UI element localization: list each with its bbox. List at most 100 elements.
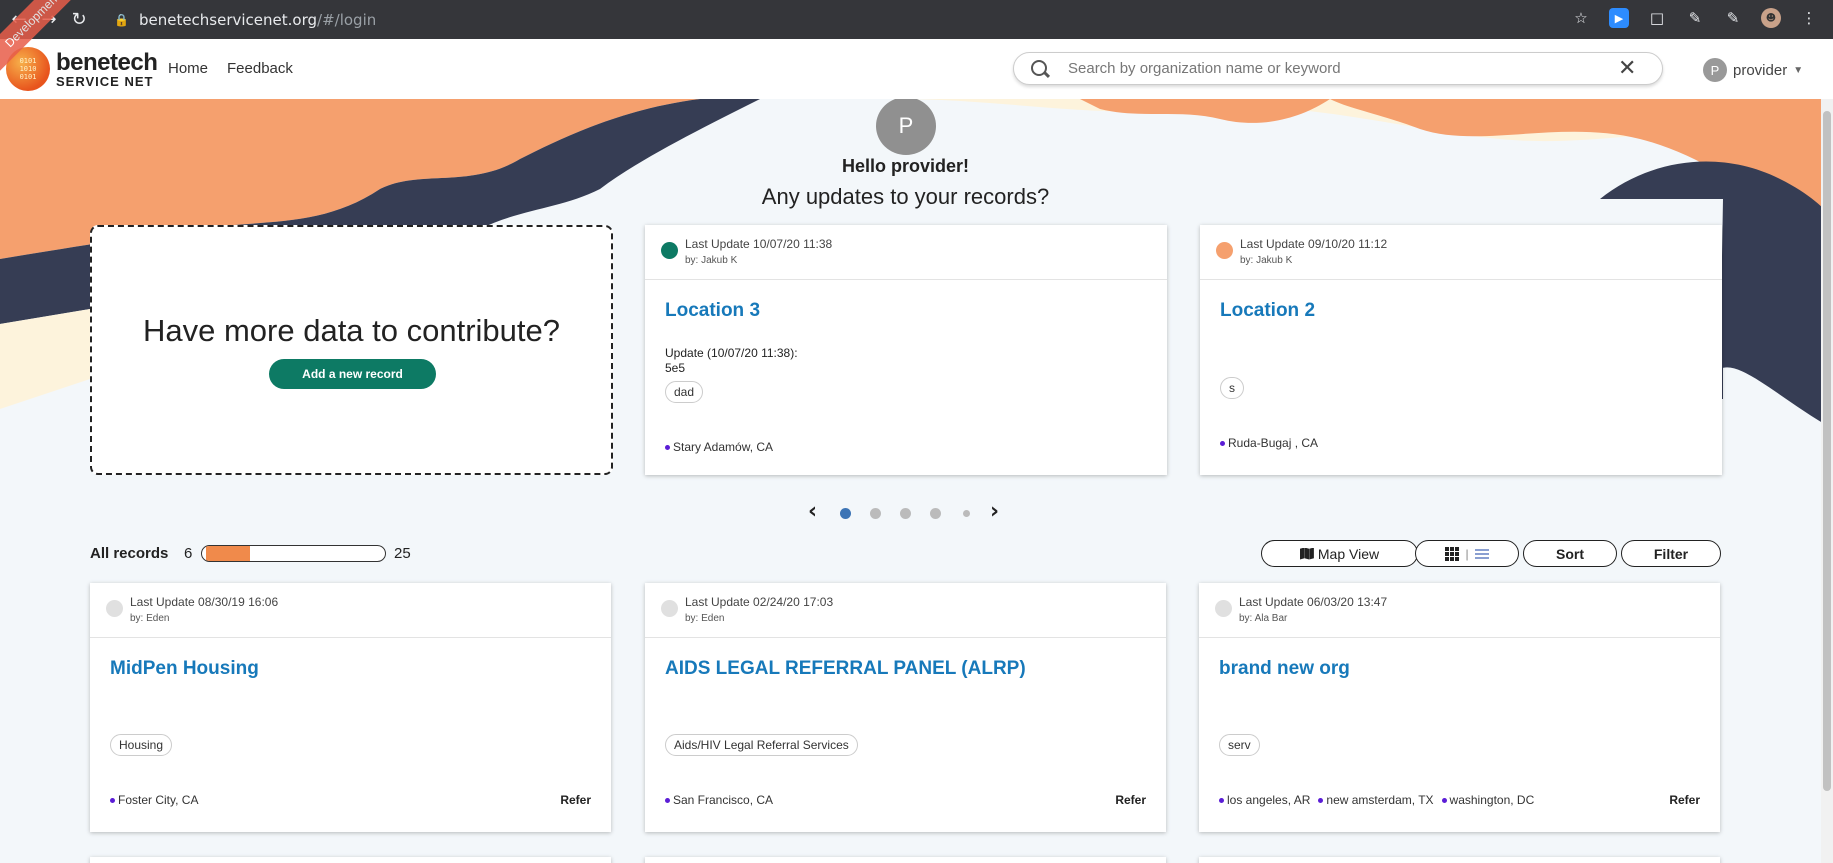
record-card[interactable]: Last Update 02/24/20 17:03 by: Eden AIDS… bbox=[645, 583, 1166, 832]
map-icon bbox=[1300, 548, 1314, 560]
records-total: 25 bbox=[394, 545, 411, 562]
recent-record-card[interactable]: Last Update 10/07/20 11:38 by: Jakub K L… bbox=[645, 225, 1167, 475]
record-title[interactable]: Location 3 bbox=[665, 300, 760, 322]
record-title[interactable]: Location 2 bbox=[1220, 300, 1315, 322]
record-card[interactable] bbox=[1199, 857, 1720, 863]
user-menu[interactable]: P provider ▼ bbox=[1703, 58, 1803, 82]
close-icon[interactable]: ✕ bbox=[1618, 56, 1636, 81]
contribute-title: Have more data to contribute? bbox=[142, 313, 561, 348]
recent-record-card[interactable]: Last Update 09/10/20 11:12 by: Jakub K L… bbox=[1200, 225, 1722, 475]
service-tag: Housing bbox=[110, 734, 173, 756]
search-icon[interactable] bbox=[1030, 59, 1050, 79]
user-name: provider bbox=[1733, 61, 1788, 79]
puzzle-icon[interactable]: ✎ bbox=[1723, 8, 1743, 28]
nav-feedback[interactable]: Feedback bbox=[227, 60, 293, 77]
updated-by: by: Eden bbox=[685, 613, 725, 624]
update-value: 5e5 bbox=[665, 361, 686, 375]
updated-by: by: Ala Bar bbox=[1239, 613, 1288, 624]
record-update-note: Update (10/07/20 11:38): 5e5 bbox=[665, 346, 798, 376]
contribute-card: Have more data to contribute? Add a new … bbox=[90, 225, 613, 475]
carousel-dot[interactable] bbox=[963, 510, 970, 517]
pen-extension-icon[interactable]: ✎ bbox=[1685, 8, 1705, 28]
lock-icon: 🔒 bbox=[114, 12, 129, 27]
carousel-dot[interactable] bbox=[870, 508, 881, 519]
sort-button[interactable]: Sort bbox=[1523, 540, 1617, 567]
record-title[interactable]: AIDS LEGAL REFERRAL PANEL (ALRP) bbox=[665, 658, 1026, 680]
search-bar: ✕ bbox=[1013, 52, 1663, 85]
service-tag: serv bbox=[1219, 734, 1260, 756]
status-dot bbox=[661, 600, 678, 617]
url-host: benetechservicenet.org bbox=[138, 10, 318, 29]
bookmark-star-icon[interactable]: ☆ bbox=[1571, 8, 1591, 28]
location-item: los angeles, AR bbox=[1219, 793, 1310, 807]
filter-label: Filter bbox=[1653, 545, 1689, 562]
updated-by: by: Eden bbox=[130, 613, 170, 624]
carousel-next-icon[interactable]: › bbox=[990, 499, 999, 524]
record-card[interactable] bbox=[645, 857, 1166, 863]
kebab-menu-icon[interactable]: ⋮ bbox=[1799, 8, 1819, 28]
update-label: Update (10/07/20 11:38): bbox=[665, 346, 798, 360]
url-path: /#/login bbox=[317, 10, 377, 29]
records-count: 6 bbox=[184, 545, 193, 562]
status-dot bbox=[106, 600, 123, 617]
nav-home[interactable]: Home bbox=[168, 60, 208, 77]
location-list: los angeles, AR new amsterdam, TX washin… bbox=[1219, 793, 1534, 807]
refer-button[interactable]: Refer bbox=[560, 793, 591, 807]
logo[interactable]: 0101 1010 0101 benetech SERVICE NET bbox=[6, 47, 158, 91]
extension-icon[interactable]: □ bbox=[1647, 8, 1667, 28]
carousel-dot[interactable] bbox=[930, 508, 941, 519]
profile-avatar-icon[interactable]: ☻ bbox=[1761, 8, 1781, 28]
address-bar[interactable]: benetechservicenet.org/#/login bbox=[139, 11, 376, 29]
carousel-dot[interactable] bbox=[900, 508, 911, 519]
record-card[interactable]: Last Update 06/03/20 13:47 by: Ala Bar b… bbox=[1199, 583, 1720, 832]
view-separator: | bbox=[1465, 546, 1469, 561]
location-list: San Francisco, CA bbox=[665, 793, 773, 807]
progress-fill bbox=[206, 546, 250, 561]
service-tag: Aids/HIV Legal Referral Services bbox=[665, 734, 858, 756]
location-list: Ruda-Bugaj , CA bbox=[1220, 436, 1318, 450]
last-update: Last Update 09/10/20 11:12 bbox=[1240, 237, 1388, 251]
zoom-extension-icon[interactable]: ▶ bbox=[1609, 8, 1629, 28]
record-card[interactable]: Last Update 08/30/19 16:06 by: Eden MidP… bbox=[90, 583, 611, 832]
browser-toolbar: ← → ↻ 🔒 benetechservicenet.org/#/login ☆… bbox=[0, 0, 1833, 39]
location-item: washington, DC bbox=[1442, 793, 1535, 807]
updated-by: by: Jakub K bbox=[685, 255, 738, 266]
refer-button[interactable]: Refer bbox=[1115, 793, 1146, 807]
service-tag: dad bbox=[665, 381, 704, 403]
refer-button[interactable]: Refer bbox=[1669, 793, 1700, 807]
status-dot bbox=[1216, 242, 1233, 259]
view-toggle-button[interactable]: | bbox=[1415, 540, 1519, 567]
last-update: Last Update 02/24/20 17:03 bbox=[685, 595, 834, 609]
greeting: Hello provider! bbox=[841, 156, 970, 176]
scrollbar-thumb[interactable] bbox=[1823, 111, 1831, 791]
location-list: Stary Adamów, CA bbox=[665, 440, 773, 454]
location-item: Ruda-Bugaj , CA bbox=[1220, 436, 1318, 450]
carousel-dot[interactable] bbox=[840, 508, 851, 519]
filter-button[interactable]: Filter bbox=[1621, 540, 1721, 567]
location-item: Foster City, CA bbox=[110, 793, 198, 807]
record-title[interactable]: MidPen Housing bbox=[110, 658, 259, 680]
location-item: Stary Adamów, CA bbox=[665, 440, 773, 454]
add-record-button[interactable]: Add a new record bbox=[269, 359, 436, 389]
map-view-button[interactable]: Map View bbox=[1261, 540, 1418, 567]
records-progress-bar bbox=[201, 545, 386, 562]
record-title[interactable]: brand new org bbox=[1219, 658, 1350, 680]
logo-line1: benetech bbox=[56, 48, 158, 76]
record-card[interactable] bbox=[90, 857, 611, 863]
avatar: P bbox=[1703, 58, 1727, 82]
carousel-prev-icon[interactable]: ‹ bbox=[808, 499, 817, 524]
page-scrollbar[interactable] bbox=[1821, 99, 1833, 863]
last-update: Last Update 06/03/20 13:47 bbox=[1239, 595, 1388, 609]
chevron-down-icon: ▼ bbox=[1793, 64, 1804, 76]
sort-label: Sort bbox=[1556, 545, 1584, 562]
list-view-icon[interactable] bbox=[1474, 548, 1489, 559]
status-dot bbox=[661, 242, 678, 259]
status-dot bbox=[1215, 600, 1232, 617]
location-item: new amsterdam, TX bbox=[1318, 793, 1433, 807]
reload-icon[interactable]: ↻ bbox=[68, 9, 90, 31]
search-input[interactable] bbox=[1068, 60, 1608, 77]
map-view-label: Map View bbox=[1317, 545, 1380, 562]
grid-view-icon[interactable] bbox=[1445, 546, 1460, 561]
last-update: Last Update 08/30/19 16:06 bbox=[130, 595, 279, 609]
last-update: Last Update 10/07/20 11:38 bbox=[685, 237, 833, 251]
